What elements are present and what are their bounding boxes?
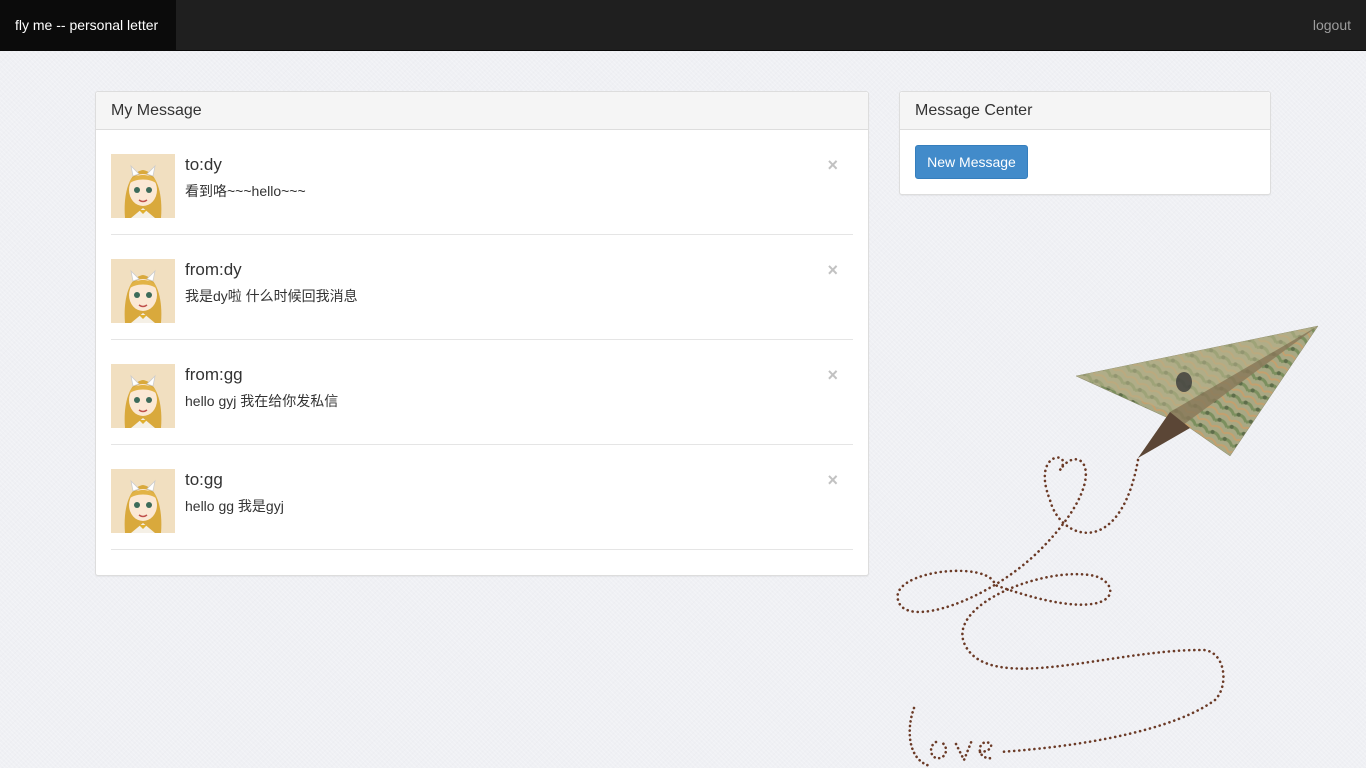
- my-message-heading: My Message: [96, 92, 868, 130]
- message-item[interactable]: from:gg hello gyj 我在给你发私信 ×: [111, 340, 853, 445]
- message-item[interactable]: to:dy 看到咯~~~hello~~~ ×: [111, 130, 853, 235]
- message-title: to:dy: [185, 155, 222, 174]
- avatar: [111, 259, 175, 323]
- paper-plane-icon: [1075, 325, 1319, 458]
- top-navbar: fly me -- personal letter logout: [0, 0, 1366, 51]
- paper-plane-illustration: [896, 325, 1319, 768]
- message-body: 看到咯~~~hello~~~: [185, 183, 306, 199]
- message-title: from:gg: [185, 365, 243, 384]
- message-body: 我是dy啦 什么时候回我消息: [185, 288, 358, 304]
- love-lettering-icon: [908, 706, 994, 768]
- brand-link[interactable]: fly me -- personal letter: [0, 0, 176, 50]
- dotted-trail: [896, 456, 1225, 754]
- message-center-panel: Message Center New Message: [899, 91, 1271, 195]
- close-icon[interactable]: ×: [827, 471, 838, 489]
- message-item[interactable]: from:dy 我是dy啦 什么时候回我消息 ×: [111, 235, 853, 340]
- message-item[interactable]: to:gg hello gg 我是gyj ×: [111, 445, 853, 550]
- my-message-panel: My Message to:dy 看到咯~~~hello~~~ × from:d…: [95, 91, 869, 576]
- message-body: hello gyj 我在给你发私信: [185, 393, 339, 409]
- new-message-button[interactable]: New Message: [915, 145, 1028, 179]
- message-list: to:dy 看到咯~~~hello~~~ × from:dy 我是dy啦 什么时…: [96, 130, 868, 550]
- close-icon[interactable]: ×: [827, 366, 838, 384]
- message-body: hello gg 我是gyj: [185, 498, 284, 514]
- close-icon[interactable]: ×: [827, 156, 838, 174]
- close-icon[interactable]: ×: [827, 261, 838, 279]
- message-title: from:dy: [185, 260, 242, 279]
- message-center-heading: Message Center: [900, 92, 1270, 130]
- message-title: to:gg: [185, 470, 223, 489]
- avatar: [111, 364, 175, 428]
- avatar: [111, 469, 175, 533]
- avatar: [111, 154, 175, 218]
- logout-link[interactable]: logout: [1313, 0, 1351, 50]
